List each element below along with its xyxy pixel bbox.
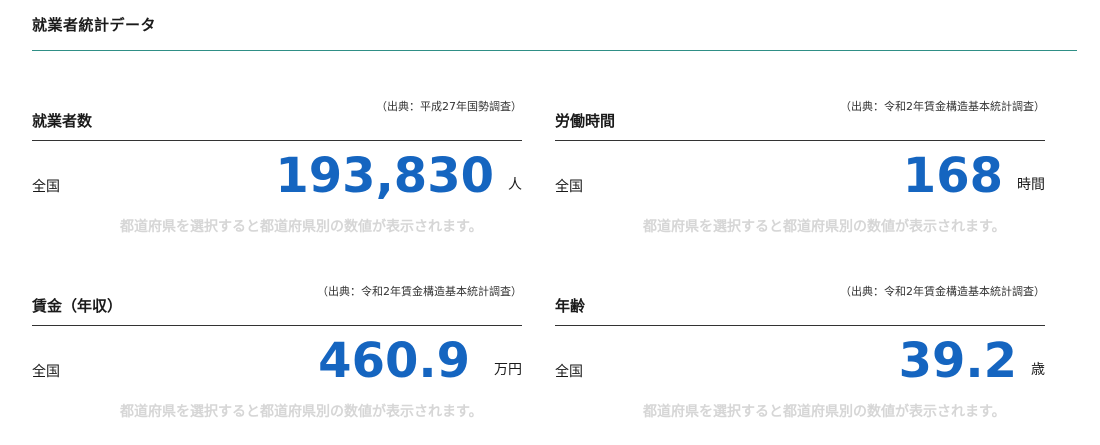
stat-card-working-hours: 労働時間 （出典：令和2年賃金構造基本統計調査） 全国 168 時間 都道府県を…: [555, 94, 1045, 254]
stat-card-annual-wage: 賃金（年収） （出典：令和2年賃金構造基本統計調査） 全国 460.9 万円 都…: [32, 279, 522, 439]
stat-value: 460.9: [318, 333, 470, 389]
card-source: （出典：平成27年国勢調査）: [376, 100, 522, 113]
card-title: 賃金（年収）: [32, 297, 123, 315]
card-divider: [32, 325, 522, 326]
title-divider: [32, 50, 1077, 51]
stat-card-employees: 就業者数 （出典：平成27年国勢調査） 全国 193,830 人 都道府県を選択…: [32, 94, 522, 254]
stat-unit: 万円: [494, 362, 522, 378]
value-group: 168 時間: [903, 146, 1045, 206]
stat-value: 39.2: [898, 333, 1017, 389]
prefecture-hint: 都道府県を選択すると都道府県別の数値が表示されます。: [643, 219, 1006, 235]
card-source: （出典：令和2年賃金構造基本統計調査）: [840, 100, 1045, 113]
prefecture-hint: 都道府県を選択すると都道府県別の数値が表示されます。: [643, 404, 1006, 420]
stat-unit: 人: [508, 177, 522, 193]
prefecture-hint: 都道府県を選択すると都道府県別の数値が表示されます。: [120, 404, 483, 420]
prefecture-hint: 都道府県を選択すると都道府県別の数値が表示されます。: [120, 219, 483, 235]
value-group: 460.9 万円: [318, 331, 522, 391]
stat-value: 168: [902, 148, 1003, 204]
stat-value: 193,830: [275, 148, 494, 204]
region-label: 全国: [555, 179, 583, 195]
page-title: 就業者統計データ: [32, 16, 157, 34]
card-source: （出典：令和2年賃金構造基本統計調査）: [317, 285, 522, 298]
stat-card-age: 年齢 （出典：令和2年賃金構造基本統計調査） 全国 39.2 歳 都道府県を選択…: [555, 279, 1045, 439]
card-title: 労働時間: [555, 112, 616, 130]
stat-unit: 時間: [1017, 177, 1045, 193]
card-divider: [555, 325, 1045, 326]
card-divider: [32, 140, 522, 141]
region-label: 全国: [32, 364, 60, 380]
region-label: 全国: [32, 179, 60, 195]
card-title: 年齢: [555, 297, 586, 315]
value-group: 39.2 歳: [899, 331, 1045, 391]
region-label: 全国: [555, 364, 583, 380]
value-group: 193,830 人: [275, 146, 522, 206]
card-source: （出典：令和2年賃金構造基本統計調査）: [840, 285, 1045, 298]
stat-unit: 歳: [1031, 362, 1045, 378]
card-divider: [555, 140, 1045, 141]
card-title: 就業者数: [32, 112, 93, 130]
